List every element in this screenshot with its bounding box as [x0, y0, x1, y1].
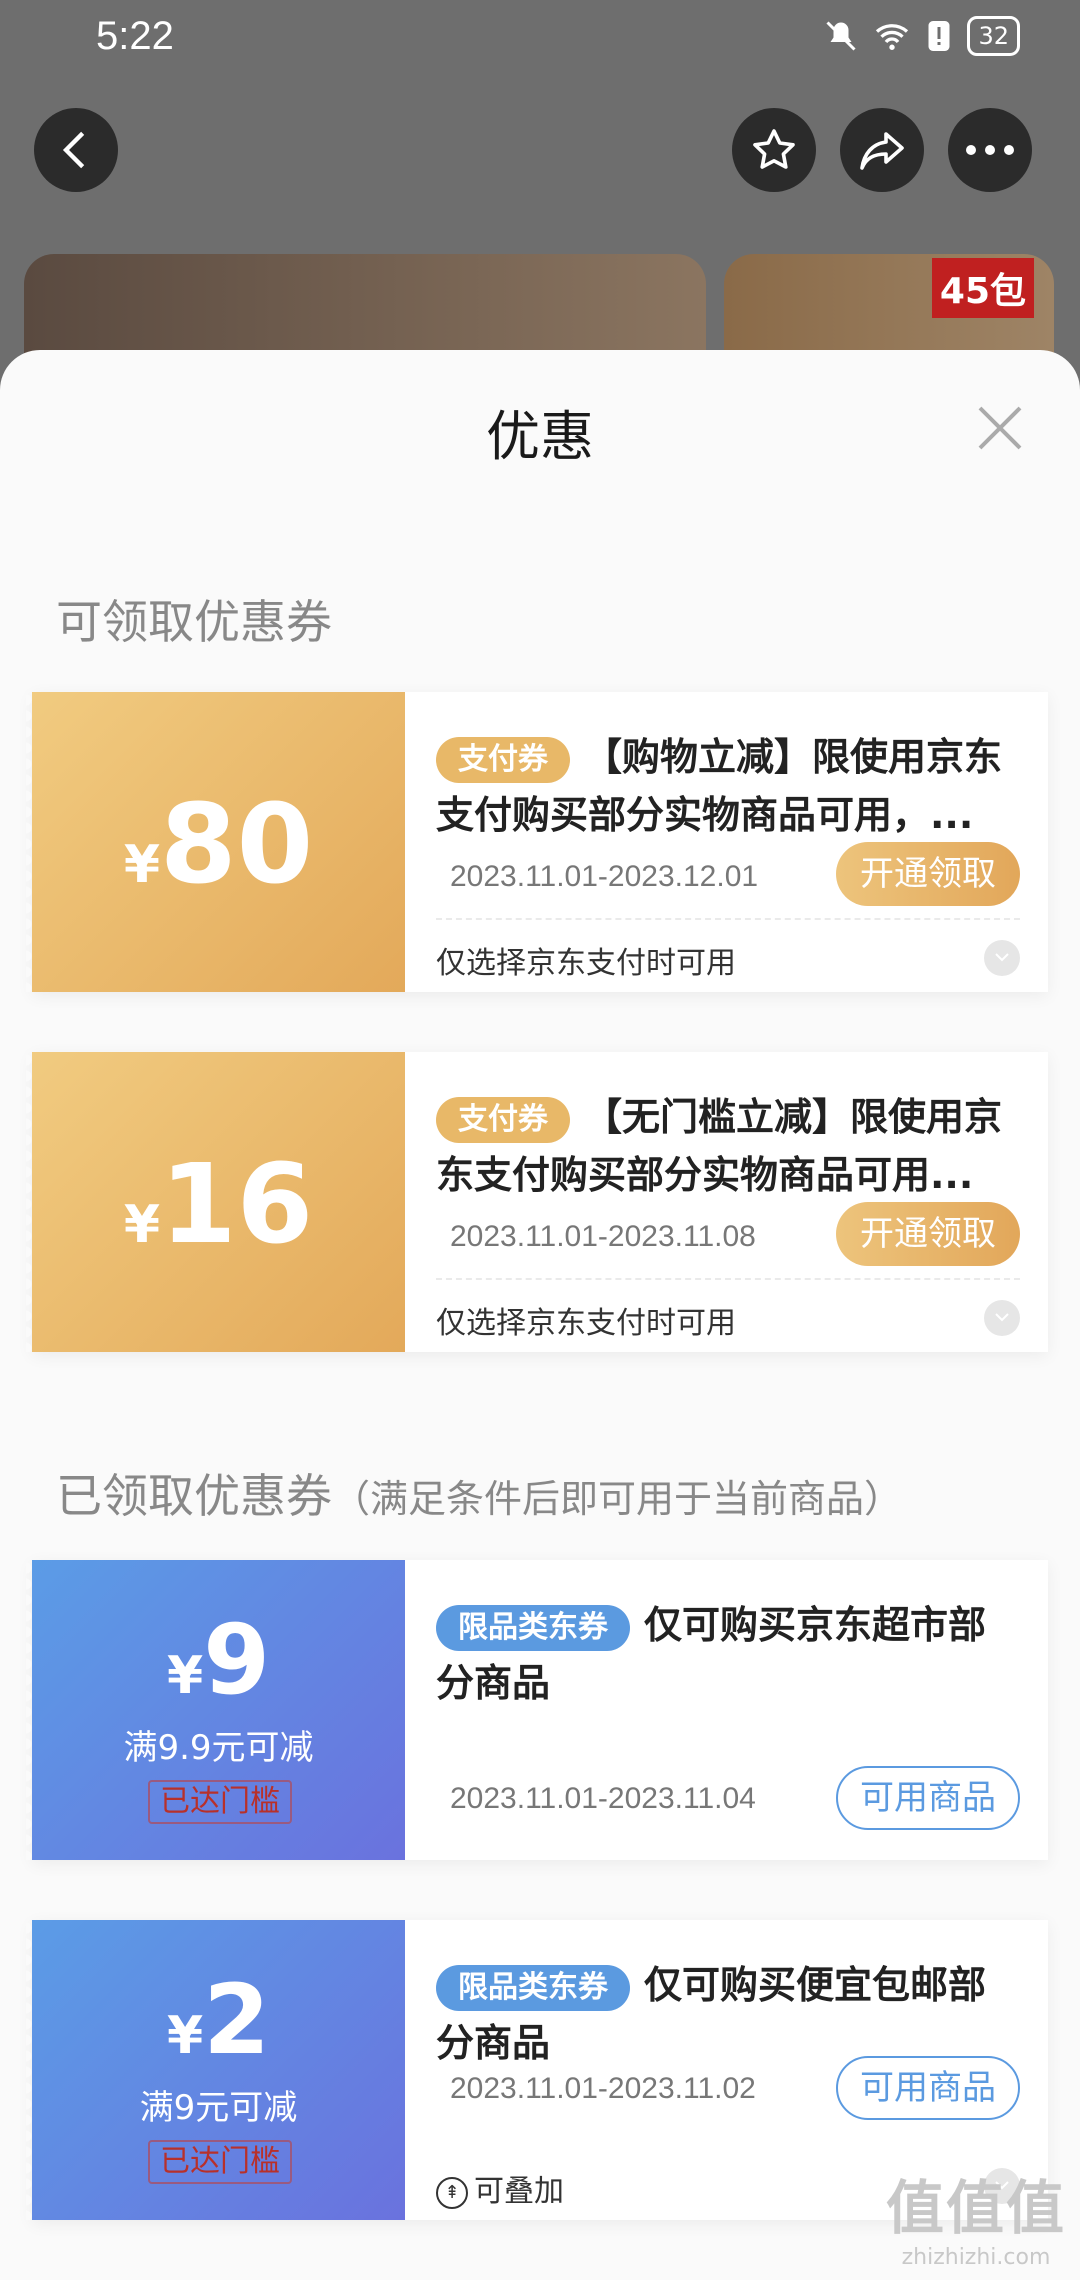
claimed-heading: 已领取优惠券（满足条件后即可用于当前商品）	[56, 1460, 902, 1526]
share-icon	[860, 132, 904, 170]
chevron-left-icon	[62, 131, 85, 169]
claimed-subheading: （满足条件后即可用于当前商品）	[332, 1477, 903, 1521]
amount-value: 2	[203, 1964, 270, 2076]
coupon-info: 支付券 【购物立减】限使用京东支付购买部分实物商品可用，... 2023.11.0…	[436, 692, 1020, 992]
back-button[interactable]	[34, 108, 118, 192]
currency-symbol: ¥	[123, 1195, 161, 1255]
threshold-reached-badge: 已达门槛	[148, 1780, 292, 1824]
more-button[interactable]	[948, 108, 1032, 192]
close-icon[interactable]	[970, 398, 1030, 458]
status-bar: 5:22 32	[0, 0, 1080, 80]
battery-indicator: 32	[967, 16, 1020, 56]
coupon-sheet: 优惠 可领取优惠券 ¥80 支付券 【购物立减】限使用京东支付购买部分实物商品可用…	[0, 350, 1080, 2280]
mute-notification-icon	[826, 21, 857, 51]
coupon-title: 支付券 【购物立减】限使用京东支付购买部分实物商品可用，...	[436, 728, 1016, 844]
activate-claim-button[interactable]: 开通领取	[836, 842, 1020, 906]
wifi-icon	[876, 24, 909, 50]
coupon-info: 支付券 【无门槛立减】限使用京东支付购买部分实物商品可用... 2023.11.0…	[436, 1052, 1020, 1352]
coupon-amount: ¥2	[32, 1964, 405, 2076]
coupon-card: ¥16 支付券 【无门槛立减】限使用京东支付购买部分实物商品可用... 2023.…	[26, 1052, 1048, 1352]
alert-icon	[928, 21, 950, 51]
coupon-condition: 满9.9元可减	[123, 1728, 314, 1768]
coupon-amount: ¥9	[32, 1604, 405, 1716]
coupon-value-panel: ¥16	[26, 1052, 405, 1352]
site-watermark: 值值值 zhizhizhi.com	[886, 2161, 1066, 2270]
amount-value: 80	[160, 780, 314, 908]
coupon-note: 仅选择京东支付时可用	[436, 946, 736, 981]
stackable-label: 可叠加	[474, 2174, 564, 2209]
coupon-card: ¥80 支付券 【购物立减】限使用京东支付购买部分实物商品可用，... 2023.…	[26, 692, 1048, 992]
coupon-value-panel: ¥80	[26, 692, 405, 992]
applicable-products-button[interactable]: 可用商品	[836, 1766, 1020, 1830]
divider	[436, 1278, 1020, 1280]
coupon-note: 仅选择京东支付时可用	[436, 1306, 736, 1341]
coupon-type-badge: 支付券	[436, 736, 570, 783]
chevron-down-icon	[995, 953, 1009, 962]
coupon-amount: ¥80	[32, 780, 405, 908]
coupon-type-badge: 限品类东券	[436, 1964, 630, 2011]
coupon-value-panel: ¥9 满9.9元可减 已达门槛	[26, 1560, 405, 1860]
watermark-logo: 值值值	[885, 2174, 1066, 2242]
amount-value: 9	[203, 1604, 270, 1716]
coupon-type-badge: 限品类东券	[436, 1604, 630, 1651]
coupon-title: 限品类东券 仅可购买京东超市部分商品	[436, 1596, 1016, 1712]
coupon-date: 2023.11.01-2023.11.08	[450, 1220, 756, 1253]
status-time: 5:22	[96, 14, 174, 58]
coupon-title: 支付券 【无门槛立减】限使用京东支付购买部分实物商品可用...	[436, 1088, 1016, 1204]
coupon-info: 限品类东券 仅可购买京东超市部分商品 2023.11.01-2023.11.04 …	[436, 1560, 1020, 1860]
currency-symbol: ¥	[123, 835, 161, 895]
favorite-button[interactable]	[732, 108, 816, 192]
stackable-icon: ⇞	[436, 2176, 468, 2209]
expand-button[interactable]	[984, 940, 1020, 976]
coupon-amount: ¥16	[32, 1140, 405, 1268]
star-icon	[753, 129, 795, 169]
currency-symbol: ¥	[167, 2006, 204, 2066]
coupon-date: 2023.11.01-2023.12.01	[450, 860, 759, 893]
share-button[interactable]	[840, 108, 924, 192]
coupon-condition: 满9元可减	[139, 2088, 298, 2128]
watermark-domain: zhizhizhi.com	[901, 2245, 1051, 2270]
pack-count-badge: 45包	[931, 258, 1034, 318]
amount-value: 16	[160, 1140, 314, 1268]
threshold-reached-badge: 已达门槛	[148, 2140, 292, 2184]
available-heading: 可领取优惠券	[56, 595, 332, 649]
claimed-heading-text: 已领取优惠券	[56, 1469, 332, 1523]
coupon-value-panel: ¥2 满9元可减 已达门槛	[26, 1920, 405, 2220]
chevron-down-icon	[995, 1313, 1009, 1322]
coupon-type-badge: 支付券	[436, 1096, 570, 1143]
stackable-note: ⇞ 可叠加	[436, 2166, 564, 2210]
activate-claim-button[interactable]: 开通领取	[836, 1202, 1020, 1266]
divider	[436, 918, 1020, 920]
sheet-title: 优惠	[486, 405, 594, 468]
more-dots-icon	[966, 145, 1014, 155]
coupon-card: ¥9 满9.9元可减 已达门槛 限品类东券 仅可购买京东超市部分商品 2023.1…	[26, 1560, 1048, 1860]
applicable-products-button[interactable]: 可用商品	[836, 2056, 1020, 2120]
status-icons: 32	[823, 16, 1020, 56]
coupon-date: 2023.11.01-2023.11.04	[450, 1782, 756, 1815]
coupon-title: 限品类东券 仅可购买便宜包邮部分商品	[436, 1956, 1016, 2072]
expand-button[interactable]	[984, 1300, 1020, 1336]
currency-symbol: ¥	[167, 1646, 204, 1706]
coupon-date: 2023.11.01-2023.11.02	[450, 2072, 756, 2105]
